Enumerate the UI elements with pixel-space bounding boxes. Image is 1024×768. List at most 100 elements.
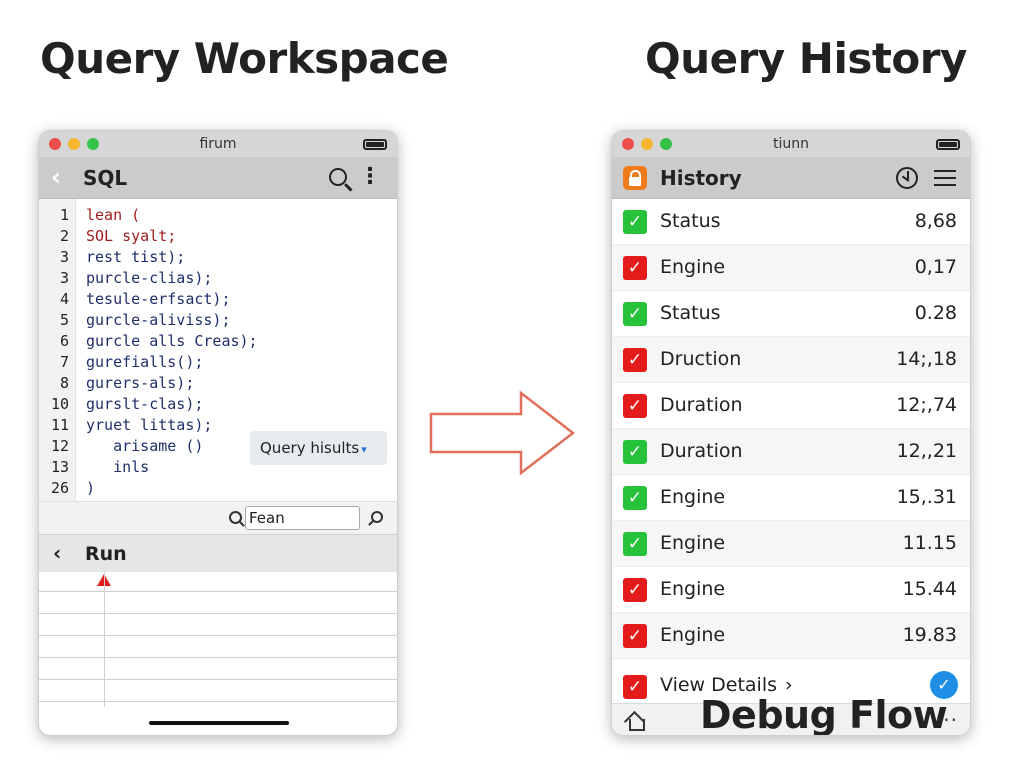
success-check-icon[interactable]: ✓	[623, 210, 647, 234]
query-results-dropdown[interactable]: Query hisults ▾	[250, 431, 387, 465]
grid-row-line	[39, 613, 397, 614]
line-number: 1	[59, 206, 69, 224]
back-chevron-icon[interactable]: ‹	[51, 165, 61, 189]
code-text: gurcle-aliviss);	[86, 311, 231, 329]
battery-icon	[936, 139, 960, 150]
line-number: 3	[59, 269, 69, 287]
home-indicator[interactable]	[149, 721, 289, 725]
window-title: tiunn	[773, 136, 809, 152]
row-label: Status	[660, 210, 721, 232]
row-label: Druction	[660, 348, 742, 370]
code-text: lean (	[86, 206, 141, 224]
status-check-icon: ✓	[623, 675, 647, 699]
error-check-icon[interactable]: ✓	[623, 578, 647, 602]
more-vertical-icon[interactable]: ⋮	[359, 165, 381, 189]
window-titlebar: firum	[39, 131, 397, 157]
history-row[interactable]: ✓ Engine 15,.31	[612, 475, 970, 521]
history-row[interactable]: ✓ Engine 15.44	[612, 567, 970, 613]
line-number: 11	[50, 416, 69, 434]
window-titlebar: tiunn	[612, 131, 970, 157]
search-icon[interactable]	[329, 168, 347, 186]
sql-navbar: ‹ SQL ⋮	[39, 157, 397, 199]
line-number: 12	[50, 437, 69, 455]
code-text: SOL syalt;	[86, 227, 177, 245]
grid-row-line	[39, 657, 397, 658]
row-value: 15,.31	[896, 486, 957, 508]
run-back-chevron-icon[interactable]: ‹	[53, 541, 61, 565]
search-input[interactable]	[245, 506, 360, 530]
grid-row-line	[39, 679, 397, 680]
window-title: firum	[199, 136, 237, 152]
error-check-icon[interactable]: ✓	[623, 256, 647, 280]
sql-code-editor[interactable]: 1 lean (2 SOL syalt; 3 rest tist); 3 purcle-cl…	[39, 199, 397, 501]
line-number: 10	[50, 395, 69, 413]
code-text: inls	[86, 458, 150, 476]
code-text: gurers-als);	[86, 374, 195, 392]
line-number: 13	[50, 458, 69, 476]
history-navbar: History	[612, 157, 970, 199]
page-title-workspace: Query Workspace	[40, 34, 449, 83]
row-label: Engine	[660, 486, 726, 508]
code-text: tesule-erfsact);	[86, 290, 231, 308]
results-grid	[39, 572, 397, 707]
code-text: gurefialls();	[86, 353, 204, 371]
row-value: 0,17	[914, 256, 957, 278]
row-value: 12,,21	[896, 440, 957, 462]
history-footer: Debug Flow ···	[612, 693, 970, 735]
line-number: 8	[59, 374, 69, 392]
row-label: Engine	[660, 624, 726, 646]
history-row[interactable]: ✓ Engine 0,17	[612, 245, 970, 291]
flow-arrow-icon	[429, 390, 576, 476]
code-text: arisame ()	[86, 437, 204, 455]
history-row[interactable]: ✓ Engine 19.83	[612, 613, 970, 659]
search-submit-icon[interactable]	[371, 511, 383, 523]
error-check-icon[interactable]: ✓	[623, 624, 647, 648]
run-bar: ‹ Run	[39, 534, 397, 572]
history-row[interactable]: ✓ Status 0.28	[612, 291, 970, 337]
row-label: Engine	[660, 578, 726, 600]
line-number: 26	[50, 479, 69, 497]
success-check-icon[interactable]: ✓	[623, 302, 647, 326]
success-check-icon[interactable]: ✓	[623, 486, 647, 510]
more-horizontal-icon[interactable]: ···	[936, 708, 958, 732]
history-row[interactable]: ✓ Duration 12;,74	[612, 383, 970, 429]
code-text: )	[86, 479, 96, 497]
line-number: 2	[59, 227, 69, 245]
lock-icon	[623, 166, 647, 190]
battery-icon	[363, 139, 387, 150]
clock-icon[interactable]	[896, 167, 918, 189]
history-row[interactable]: ✓ Status 8,68	[612, 199, 970, 245]
row-value: 0.28	[914, 302, 957, 324]
query-workspace-window: firum ‹ SQL ⋮ 1 lean ( 2 SOL syalt; 3 rest ti…	[38, 130, 398, 736]
row-label: Status	[660, 302, 721, 324]
hamburger-menu-icon[interactable]	[934, 170, 956, 186]
row-value: 12;,74	[896, 394, 957, 416]
success-check-icon[interactable]: ✓	[623, 532, 647, 556]
row-value: 14;,18	[896, 348, 957, 370]
row-value: 15.44	[902, 578, 957, 600]
grid-column-divider	[104, 572, 105, 707]
code-text: yruet littas);	[86, 416, 213, 434]
debug-flow-label: Debug Flow	[700, 693, 948, 736]
error-check-icon[interactable]: ✓	[623, 394, 647, 418]
code-text: gurslt-clas);	[86, 395, 204, 413]
code-text: rest tist);	[86, 248, 186, 266]
row-label: Engine	[660, 256, 726, 278]
error-check-icon[interactable]: ✓	[623, 348, 647, 372]
history-row[interactable]: ✓ Duration 12,,21	[612, 429, 970, 475]
page-title-history: Query History	[645, 34, 967, 83]
line-number: 6	[59, 332, 69, 350]
success-check-icon[interactable]: ✓	[623, 440, 647, 464]
query-history-window: tiunn History ✓ Status 8,68 ✓ Engine 0,17 ✓ Sta…	[611, 130, 971, 736]
home-icon[interactable]	[625, 711, 645, 731]
history-row[interactable]: ✓ Druction 14;,18	[612, 337, 970, 383]
row-value: 19.83	[902, 624, 957, 646]
row-value: 11.15	[902, 532, 957, 554]
editor-search-bar	[39, 501, 397, 534]
run-button[interactable]: Run	[85, 543, 127, 565]
chevron-down-icon: ▾	[361, 443, 367, 456]
history-row[interactable]: ✓ Engine 11.15	[612, 521, 970, 567]
nav-title-sql: SQL	[83, 166, 128, 190]
grid-row-line	[39, 591, 397, 592]
code-text: purcle-clias);	[86, 269, 213, 287]
